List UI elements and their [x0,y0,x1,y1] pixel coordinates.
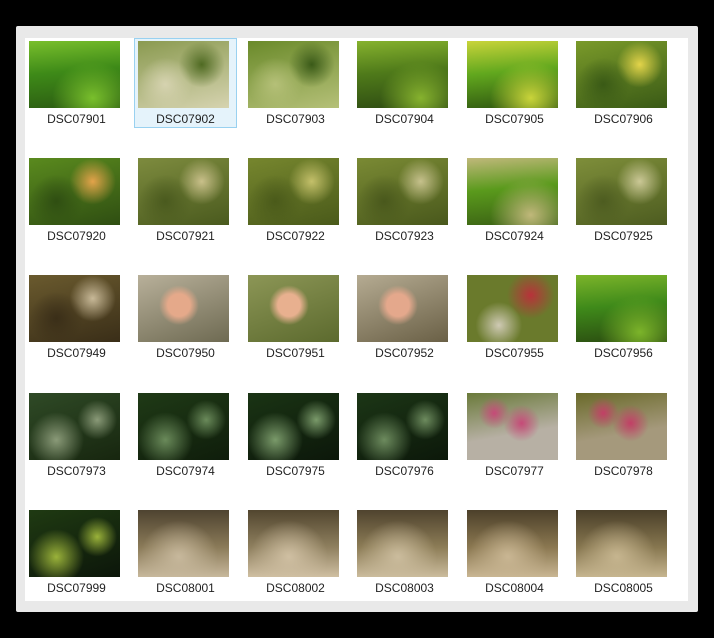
file-name-label: DSC07924 [485,229,544,243]
file-tile[interactable]: DSC07901 [25,38,128,128]
photo-thumbnail [357,275,448,342]
file-tile[interactable]: DSC08003 [353,507,456,597]
file-tile[interactable]: DSC08001 [134,507,237,597]
file-tile[interactable]: DSC07920 [25,155,128,245]
file-tile[interactable]: DSC08005 [572,507,675,597]
file-name-label: DSC07925 [594,229,653,243]
photo-thumbnail [29,158,120,225]
photo-thumbnail [467,158,558,225]
file-name-label: DSC07952 [375,346,434,360]
file-tile[interactable]: DSC07925 [572,155,675,245]
file-tile[interactable]: DSC07956 [572,272,675,362]
file-explorer-pane[interactable]: DSC07901 DSC07902 DSC07903 DSC07904 DSC07905… [25,38,688,601]
photo-thumbnail [248,275,339,342]
photo-thumbnail [467,393,558,460]
file-name-label: DSC07906 [594,112,653,126]
photo-thumbnail [29,275,120,342]
thumbnail-grid: DSC07901 DSC07902 DSC07903 DSC07904 DSC07905… [25,38,688,601]
file-tile[interactable]: DSC07903 [244,38,347,128]
photo-thumbnail [576,393,667,460]
file-name-label: DSC07902 [156,112,215,126]
file-name-label: DSC07901 [47,112,106,126]
file-tile[interactable]: DSC07999 [25,507,128,597]
file-name-label: DSC07977 [485,464,544,478]
photo-thumbnail [248,41,339,108]
file-name-label: DSC07949 [47,346,106,360]
photo-thumbnail [29,510,120,577]
file-name-label: DSC07999 [47,581,106,595]
photo-thumbnail [357,393,448,460]
file-name-label: DSC07978 [594,464,653,478]
file-tile[interactable]: DSC07950 [134,272,237,362]
file-tile[interactable]: DSC07975 [244,390,347,480]
photo-thumbnail [138,41,229,108]
file-tile[interactable]: DSC08002 [244,507,347,597]
file-tile[interactable]: DSC07904 [353,38,456,128]
file-tile[interactable]: DSC07974 [134,390,237,480]
file-tile[interactable]: DSC07955 [463,272,566,362]
file-tile[interactable]: DSC07902 [134,38,237,128]
photo-thumbnail [576,158,667,225]
file-name-label: DSC07950 [156,346,215,360]
file-name-label: DSC08005 [594,581,653,595]
photo-thumbnail [138,510,229,577]
photo-thumbnail [138,393,229,460]
file-tile[interactable]: DSC07949 [25,272,128,362]
file-tile[interactable]: DSC07922 [244,155,347,245]
file-tile[interactable]: DSC07905 [463,38,566,128]
photo-thumbnail [138,158,229,225]
photo-thumbnail [357,158,448,225]
photo-thumbnail [248,393,339,460]
file-tile[interactable]: DSC07951 [244,272,347,362]
file-name-label: DSC07920 [47,229,106,243]
file-name-label: DSC07903 [266,112,325,126]
photo-thumbnail [467,275,558,342]
file-name-label: DSC07955 [485,346,544,360]
file-tile[interactable]: DSC07978 [572,390,675,480]
photo-thumbnail [576,510,667,577]
file-tile[interactable]: DSC07921 [134,155,237,245]
file-name-label: DSC07975 [266,464,325,478]
file-name-label: DSC07904 [375,112,434,126]
file-name-label: DSC07974 [156,464,215,478]
photo-thumbnail [357,41,448,108]
file-tile[interactable]: DSC07952 [353,272,456,362]
photo-thumbnail [576,275,667,342]
photo-thumbnail [248,510,339,577]
file-name-label: DSC07951 [266,346,325,360]
photo-thumbnail [467,41,558,108]
file-name-label: DSC08003 [375,581,434,595]
photo-thumbnail [29,41,120,108]
file-tile[interactable]: DSC07976 [353,390,456,480]
window-frame: DSC07901 DSC07902 DSC07903 DSC07904 DSC07905… [16,26,698,612]
file-tile[interactable]: DSC08004 [463,507,566,597]
file-name-label: DSC08002 [266,581,325,595]
file-tile[interactable]: DSC07906 [572,38,675,128]
file-name-label: DSC07923 [375,229,434,243]
file-name-label: DSC07905 [485,112,544,126]
file-name-label: DSC07956 [594,346,653,360]
file-name-label: DSC08001 [156,581,215,595]
file-name-label: DSC07976 [375,464,434,478]
file-name-label: DSC07921 [156,229,215,243]
file-tile[interactable]: DSC07923 [353,155,456,245]
file-tile[interactable]: DSC07973 [25,390,128,480]
file-name-label: DSC07922 [266,229,325,243]
photo-thumbnail [357,510,448,577]
file-name-label: DSC07973 [47,464,106,478]
photo-thumbnail [29,393,120,460]
photo-thumbnail [467,510,558,577]
photo-thumbnail [138,275,229,342]
photo-thumbnail [248,158,339,225]
file-tile[interactable]: DSC07977 [463,390,566,480]
file-name-label: DSC08004 [485,581,544,595]
photo-thumbnail [576,41,667,108]
file-tile[interactable]: DSC07924 [463,155,566,245]
